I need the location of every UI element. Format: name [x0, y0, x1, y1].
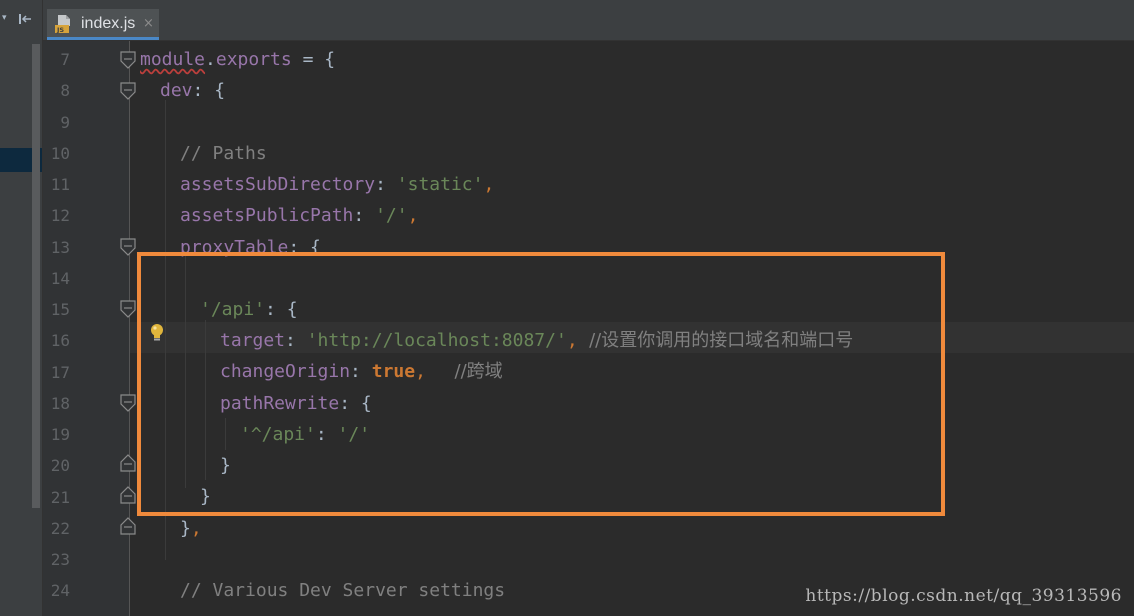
code-line-7: module.exports = { — [140, 49, 335, 71]
code-comment: //跨域 — [425, 361, 503, 382]
line-number: 12 — [50, 206, 70, 225]
code-token: : — [350, 361, 372, 382]
line-number: 7 — [60, 50, 70, 69]
code-token: // Paths — [180, 143, 267, 164]
code-token: : { — [339, 393, 372, 414]
close-icon[interactable]: × — [143, 16, 154, 31]
line-number: 11 — [50, 175, 70, 194]
code-line-8: dev: { — [160, 80, 225, 102]
code-token: assetsPublicPath — [180, 205, 354, 226]
line-number: 24 — [50, 581, 70, 600]
code-token: , — [407, 205, 419, 226]
pin-to-left-icon[interactable] — [18, 12, 32, 26]
code-line-18: pathRewrite: { — [220, 393, 372, 415]
code-token: } — [200, 486, 211, 507]
line-number: 10 — [50, 144, 70, 163]
project-panel-edge: ▾ — [0, 0, 43, 616]
code-comment: //设置你调用的接口域名和端口号 — [577, 330, 854, 351]
line-number: 15 — [50, 300, 70, 319]
code-token: dev — [160, 80, 193, 101]
editor-gutter: 7 8 9 10 11 12 13 14 15 16 17 18 19 20 2… — [43, 41, 130, 616]
code-token: : — [285, 330, 307, 351]
line-number: 8 — [60, 81, 70, 100]
code-token: // Various Dev Server settings — [180, 580, 506, 601]
code-token: : { — [265, 299, 298, 320]
code-token: exports — [215, 49, 292, 70]
code-line-20: } — [220, 455, 231, 477]
svg-text:JS: JS — [56, 26, 64, 34]
code-line-16: target: 'http://localhost:8087/', //设置你调… — [220, 330, 853, 352]
code-line-19: '^/api': '/' — [240, 424, 370, 446]
watermark-text: https://blog.csdn.net/qq_39313596 — [805, 586, 1122, 606]
code-token: module — [140, 49, 206, 70]
editor-tab-bar: JS index.js × — [43, 0, 1134, 41]
tab-label: index.js — [81, 15, 136, 32]
code-token: pathRewrite — [220, 393, 340, 414]
project-panel-scrollbar[interactable] — [32, 44, 40, 508]
code-line-17: changeOrigin: true, //跨域 — [220, 361, 503, 383]
code-line-22: }, — [180, 518, 202, 540]
tab-index-js[interactable]: JS index.js × — [47, 9, 159, 40]
line-number: 19 — [50, 425, 70, 444]
code-token: : — [375, 174, 397, 195]
code-token: proxyTable — [180, 237, 289, 258]
code-token: , — [483, 174, 495, 195]
line-number: 20 — [50, 456, 70, 475]
line-number: 16 — [50, 331, 70, 350]
line-number: 23 — [50, 550, 70, 569]
code-token: , — [415, 361, 426, 382]
code-token: : { — [192, 80, 226, 101]
line-number: 22 — [50, 519, 70, 538]
code-line-12: assetsPublicPath: '/', — [180, 205, 418, 227]
line-number: 14 — [50, 269, 70, 288]
code-token: : — [353, 205, 376, 226]
ide-editor-window: ▾ JS index.js × 7 8 9 10 11 12 13 14 15 … — [0, 0, 1134, 616]
code-token: } — [180, 518, 191, 539]
code-token: '/api' — [200, 299, 266, 320]
line-number: 18 — [50, 394, 70, 413]
line-number: 21 — [50, 488, 70, 507]
code-line-13: proxyTable: { — [180, 237, 321, 259]
code-line-11: assetsSubDirectory: 'static', — [180, 174, 494, 196]
js-file-icon: JS — [55, 15, 70, 34]
code-line-24: // Various Dev Server settings — [180, 580, 505, 602]
code-line-15: '/api': { — [200, 299, 298, 321]
code-token: target — [220, 330, 286, 351]
code-line-10: // Paths — [180, 143, 267, 165]
code-editor[interactable]: module.exports = { dev: { // Paths asset… — [130, 41, 1134, 616]
code-token: '/' — [375, 205, 408, 226]
line-number: 13 — [50, 238, 70, 257]
code-token: '/' — [337, 424, 371, 445]
code-line-21: } — [200, 486, 211, 508]
code-token: } — [220, 455, 231, 476]
code-token: : { — [288, 237, 321, 258]
code-token: , — [566, 330, 578, 351]
collapse-arrow-icon[interactable]: ▾ — [2, 13, 7, 23]
code-token: : — [315, 424, 338, 445]
code-token: '^/api' — [240, 424, 316, 445]
code-token: , — [190, 518, 202, 539]
line-number: 17 — [50, 363, 70, 382]
code-token: 'http://localhost:8087/' — [306, 330, 567, 351]
code-token: true — [371, 361, 416, 382]
code-token: assetsSubDirectory — [180, 174, 376, 195]
code-token: 'static' — [396, 174, 484, 195]
code-token: changeOrigin — [220, 361, 351, 382]
code-token: . — [205, 49, 216, 70]
code-token: = { — [291, 49, 336, 70]
line-number: 9 — [60, 113, 70, 132]
